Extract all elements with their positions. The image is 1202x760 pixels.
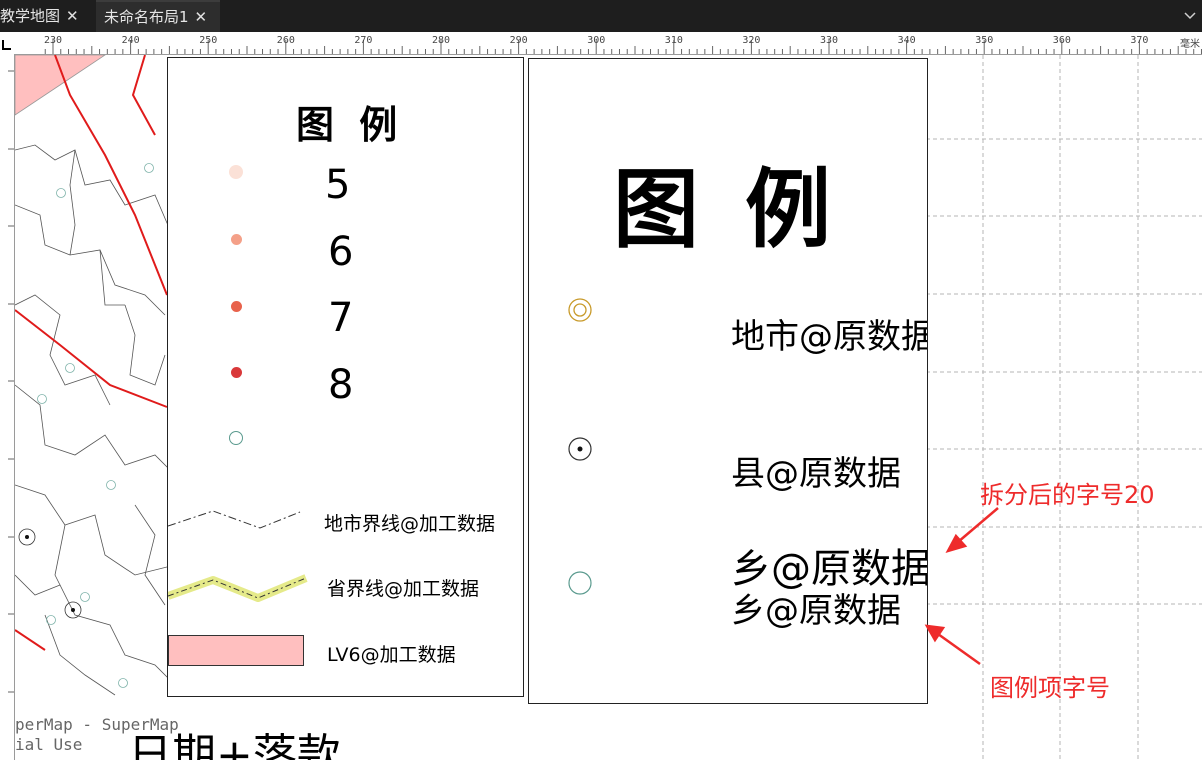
tab-teaching-map[interactable]: 教学地图 ✕: [0, 0, 92, 32]
city-boundary-line-icon: [168, 510, 301, 529]
province-boundary-line-icon: [168, 574, 308, 602]
close-icon[interactable]: ✕: [195, 2, 208, 32]
ruler-label: 370: [1130, 35, 1149, 46]
ruler-label: 240: [121, 35, 140, 46]
ruler-label: 250: [199, 35, 218, 46]
tab-bar: 教学地图 ✕ 未命名布局1 ✕: [0, 0, 1202, 32]
legend-small-title: 图 例: [296, 103, 404, 147]
ruler-label: 320: [742, 35, 761, 46]
map-frame[interactable]: [15, 55, 175, 700]
legend-label-city-boundary: 地市界线@加工数据: [324, 513, 496, 535]
legend-dot-7: [231, 301, 242, 312]
legend-label-7: 7: [328, 295, 354, 341]
legend-dot-8: [231, 367, 242, 378]
legend-large[interactable]: 图 例 地市@原数据 县@原数据 乡@原数据 乡@原数据: [528, 58, 928, 704]
legend-label-lv6: LV6@加工数据: [327, 644, 456, 666]
ruler-label: 270: [354, 35, 373, 46]
ruler-label: 280: [432, 35, 451, 46]
vertical-ruler[interactable]: [0, 54, 15, 760]
concentric-circle-icon: [568, 298, 592, 322]
legend-label-8: 8: [328, 362, 354, 408]
date-signature-text: 日期+落款: [128, 730, 341, 760]
legend-large-title: 图 例: [613, 160, 839, 260]
circle-icon: [568, 571, 592, 595]
ruler-label: 340: [897, 35, 916, 46]
legend-label-city: 地市@原数据: [731, 317, 928, 357]
legend-label-6: 6: [328, 229, 354, 275]
legend-label-province-boundary: 省界线@加工数据: [327, 578, 480, 600]
legend-ring-empty: [229, 431, 243, 445]
ruler-label: 230: [44, 35, 63, 46]
ruler-corner: [0, 32, 14, 54]
annotation-item-font: 图例项字号: [990, 674, 1110, 702]
layout-canvas[interactable]: 图 例 5 6 7 8 地市界线@加工数据 省界线@加工数据 LV6@加工数据 …: [15, 55, 1202, 760]
legend-dot-6: [231, 234, 242, 245]
dot-circle-icon: [568, 437, 592, 461]
legend-label-county: 县@原数据: [731, 454, 901, 494]
ruler-label: 330: [820, 35, 839, 46]
legend-dot-5: [229, 165, 243, 179]
ruler-label: 290: [509, 35, 528, 46]
tab-label: 教学地图: [0, 7, 61, 25]
ruler-label: 310: [664, 35, 683, 46]
chevron-down-icon[interactable]: [1184, 0, 1196, 32]
horizontal-ruler[interactable]: 230 240 250 260 270 280 290 300 310 320 330 340 350 3…: [14, 32, 1202, 55]
tab-untitled-layout[interactable]: 未命名布局1 ✕: [96, 0, 220, 32]
ruler-label: 350: [975, 35, 994, 46]
ruler-label: 260: [276, 35, 295, 46]
tab-label: 未命名布局1: [104, 8, 189, 26]
ruler-unit-label: 毫米: [1180, 39, 1200, 50]
annotation-split-font: 拆分后的字号20: [980, 481, 1155, 509]
lv6-swatch: [168, 635, 304, 666]
legend-small[interactable]: 图 例 5 6 7 8 地市界线@加工数据 省界线@加工数据 LV6@加工数据: [167, 57, 524, 697]
ruler-label: 360: [1052, 35, 1071, 46]
legend-label-township: 乡@原数据: [731, 591, 901, 631]
close-icon[interactable]: ✕: [66, 0, 79, 32]
ruler-label: 300: [587, 35, 606, 46]
legend-label-5: 5: [325, 162, 351, 208]
